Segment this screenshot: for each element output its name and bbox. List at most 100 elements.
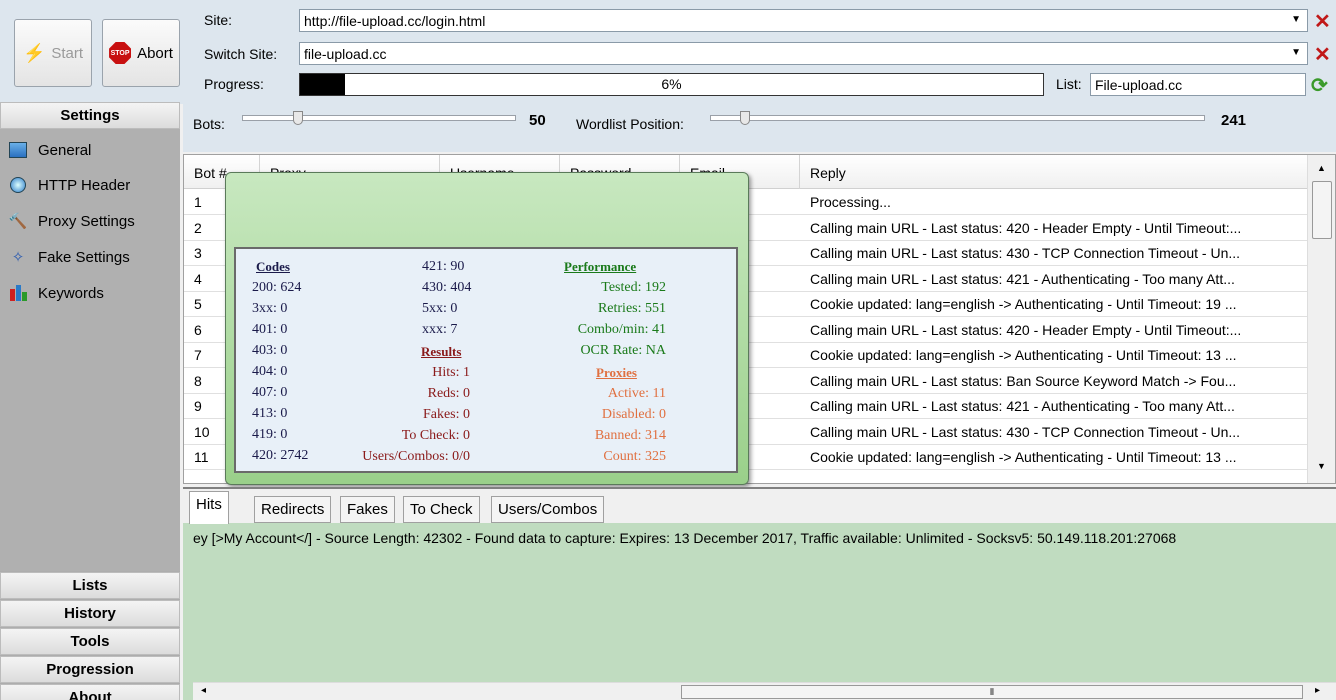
abort-label: Abort [137,44,173,62]
list-field[interactable]: File-upload.cc [1090,73,1306,96]
stat-value: 404: 0 [252,364,288,379]
scroll-right-icon[interactable]: ▸ [1315,685,1320,696]
cell-reply: Calling main URL - Last status: 420 - He… [810,219,1242,236]
sidebar-item-label: Keywords [38,284,104,302]
progress-label: Progress: [204,76,264,92]
cell-reply: Calling main URL - Last status: 421 - Au… [810,270,1235,287]
stat-value: Count: 325 [603,449,666,464]
sidebar-item-label: HTTP Header [38,176,131,194]
general-icon [8,140,28,160]
close-icon[interactable]: ✕ [1314,42,1331,67]
site-value: http://file-upload.cc/login.html [304,12,486,29]
stat-value: Fakes: 0 [422,407,470,422]
stat-value: 401: 0 [252,322,288,337]
tab-users-combos[interactable]: Users/Combos [491,496,605,523]
hammer-icon: 🔨 [8,213,28,230]
stat-value: xxx: 7 [422,322,458,337]
chevron-down-icon[interactable]: ▼ [1291,47,1301,58]
sidebar-item-fake-settings[interactable]: ✧ Fake Settings [8,244,130,270]
column-header-reply[interactable]: Reply [800,155,1310,189]
cell-reply: Cookie updated: lang=english -> Authenti… [810,449,1237,465]
proxies-header: Proxies [596,365,637,380]
stat-value: To Check: 0 [401,428,470,443]
wordlist-slider-track[interactable] [710,115,1205,121]
list-label: List: [1056,76,1082,92]
hit-log-line: ey [>My Account</] - Source Length: 4230… [193,530,1177,546]
bots-slider-thumb[interactable] [293,111,303,125]
list-value: File-upload.cc [1095,76,1183,93]
sidebar-item-proxy-settings[interactable]: 🔨 Proxy Settings [8,208,135,234]
abort-button[interactable]: STOP Abort [102,19,180,87]
scroll-up-icon[interactable]: ▲ [1317,163,1326,173]
grid-scroll-thumb[interactable] [1312,181,1332,239]
wordlist-position-label: Wordlist Position: [576,116,684,132]
stat-value: 421: 90 [422,259,465,274]
stat-value: Hits: 1 [432,365,470,380]
refresh-icon[interactable]: ⟳ [1311,73,1333,97]
cell-reply: Calling main URL - Last status: Ban Sour… [810,372,1237,389]
stat-value: 407: 0 [252,385,288,400]
stat-value: Banned: 314 [594,428,666,443]
scroll-left-icon[interactable]: ◂ [201,685,206,696]
tab-to-check[interactable]: To Check [403,496,480,523]
stat-value: Active: 11 [607,386,666,401]
sidebar-section-about[interactable]: About [0,684,180,700]
http-header-icon [8,175,28,195]
stat-value: 200: 624 [252,280,302,295]
start-label: Start [51,44,84,62]
wordlist-value: 241 [1221,112,1247,129]
stat-value: 420: 2742 [252,448,309,463]
sidebar-section-lists[interactable]: Lists [0,572,180,599]
stat-value: Combo/min: 41 [577,322,666,337]
stat-value: 413: 0 [252,406,288,421]
tab-fakes[interactable]: Fakes [340,496,395,523]
cell-reply: Calling main URL - Last status: 421 - Au… [810,398,1235,414]
stats-panel: Codes 200: 624 3xx: 0 401: 0 403: 0 404: 0 40… [234,247,738,473]
stat-value: 3xx: 0 [252,301,288,316]
switch-site-label: Switch Site: [204,46,278,62]
site-combobox[interactable]: http://file-upload.cc/login.html ▼ [299,9,1308,32]
sidebar-section-history[interactable]: History [0,600,180,627]
progress-bar: 6% [299,73,1044,96]
site-label: Site: [204,12,233,28]
switch-site-combobox[interactable]: file-upload.cc ▼ [299,42,1308,65]
sidebar-item-label: Fake Settings [38,248,130,266]
keywords-icon [8,283,28,303]
stat-value: 419: 0 [252,427,288,442]
log-horizontal-scrollbar[interactable]: ◂ ⦀ ▸ [193,682,1336,700]
log-scroll-thumb[interactable]: ⦀ [681,685,1303,699]
close-icon[interactable]: ✕ [1314,9,1331,34]
cell-reply: Processing... [810,194,891,210]
bots-value: 50 [529,112,546,129]
sidebar-item-keywords[interactable]: Keywords [8,280,104,306]
performance-header: Performance [564,259,637,274]
sidebar-section-tools[interactable]: Tools [0,628,180,655]
lightning-icon: ⚡ [22,42,46,63]
cell-reply: Calling main URL - Last status: 430 - TC… [810,423,1241,440]
wordlist-slider-thumb[interactable] [740,111,750,125]
sidebar-item-label: Proxy Settings [38,212,135,230]
scroll-down-icon[interactable]: ▼ [1317,461,1326,471]
codes-header: Codes [256,259,290,274]
tab-hits[interactable]: Hits [189,491,229,524]
sidebar-item-general[interactable]: General [8,137,91,163]
bots-slider-track[interactable] [242,115,516,121]
switch-site-value: file-upload.cc [304,45,387,62]
progress-percent: 6% [661,76,682,92]
sidebar-item-label: General [38,141,92,159]
sidebar-item-http-header[interactable]: HTTP Header [8,172,130,198]
start-button[interactable]: ⚡ Start [14,19,92,87]
fake-settings-icon: ✧ [11,249,25,266]
sidebar-settings-header[interactable]: Settings [0,102,180,129]
cell-reply: Cookie updated: lang=english -> Authenti… [810,347,1237,363]
grid-vertical-scrollbar[interactable]: ▲ ▼ [1307,155,1335,483]
stat-value: Reds: 0 [427,386,470,401]
stat-value: Retries: 551 [597,301,666,316]
tab-redirects[interactable]: Redirects [254,496,332,523]
stat-value: Tested: 192 [601,280,666,295]
sidebar-section-progression[interactable]: Progression [0,656,180,683]
results-header: Results [421,344,462,359]
chevron-down-icon[interactable]: ▼ [1291,14,1301,25]
cell-reply: Calling main URL - Last status: 430 - TC… [810,245,1241,261]
stat-value: 430: 404 [422,280,472,295]
